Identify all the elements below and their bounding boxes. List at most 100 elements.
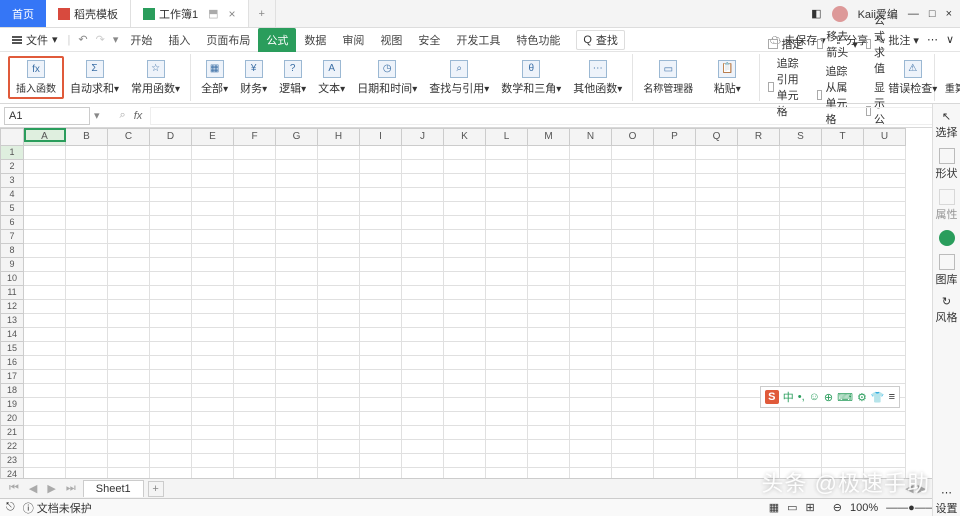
cell[interactable] [486, 398, 528, 412]
cell[interactable] [24, 286, 66, 300]
col-header[interactable]: T [822, 128, 864, 146]
cell[interactable] [864, 230, 906, 244]
cell[interactable] [402, 300, 444, 314]
cell[interactable] [444, 202, 486, 216]
cell[interactable] [66, 370, 108, 384]
cell[interactable] [528, 384, 570, 398]
side-gallery[interactable]: 图库 [936, 254, 958, 287]
cell[interactable] [864, 342, 906, 356]
view-page-icon[interactable]: ▭ [787, 501, 797, 514]
cell[interactable] [528, 440, 570, 454]
text-button[interactable]: A文本▾ [312, 58, 351, 98]
cell[interactable] [822, 244, 864, 258]
cell[interactable] [108, 384, 150, 398]
cell[interactable] [234, 286, 276, 300]
cell[interactable] [360, 202, 402, 216]
cell[interactable] [528, 174, 570, 188]
cell[interactable] [822, 370, 864, 384]
cell[interactable] [696, 398, 738, 412]
cell[interactable] [24, 188, 66, 202]
recalc-button[interactable]: ⟲重算工作簿 [939, 58, 960, 97]
col-header[interactable]: F [234, 128, 276, 146]
cell[interactable] [360, 342, 402, 356]
cell[interactable] [234, 370, 276, 384]
cell[interactable] [360, 468, 402, 478]
cell[interactable] [66, 202, 108, 216]
col-header[interactable]: H [318, 128, 360, 146]
cell[interactable] [486, 160, 528, 174]
cell[interactable] [822, 426, 864, 440]
cell[interactable] [780, 188, 822, 202]
row-header[interactable]: 2 [0, 160, 24, 174]
cell[interactable] [276, 230, 318, 244]
cell[interactable] [360, 426, 402, 440]
cell[interactable] [234, 216, 276, 230]
search-box[interactable]: Q 查找 [576, 30, 625, 50]
cell[interactable] [444, 342, 486, 356]
cell[interactable] [234, 342, 276, 356]
cell[interactable] [486, 468, 528, 478]
cell[interactable] [654, 342, 696, 356]
cell[interactable] [486, 440, 528, 454]
col-header[interactable]: N [570, 128, 612, 146]
cell[interactable] [108, 370, 150, 384]
col-header[interactable]: E [192, 128, 234, 146]
cell[interactable] [318, 384, 360, 398]
cell[interactable] [66, 174, 108, 188]
cell[interactable] [738, 440, 780, 454]
menu-tab-1[interactable]: 插入 [160, 28, 198, 52]
cell[interactable] [234, 202, 276, 216]
zoom-slider[interactable]: ――●―― [886, 502, 937, 514]
common-fn-button[interactable]: ☆常用函数▾ [125, 58, 186, 98]
cell[interactable] [822, 258, 864, 272]
cell[interactable] [444, 356, 486, 370]
cell[interactable] [738, 286, 780, 300]
cell[interactable] [108, 412, 150, 426]
cell[interactable] [738, 412, 780, 426]
cell[interactable] [654, 468, 696, 478]
cell[interactable] [612, 398, 654, 412]
cell[interactable] [570, 454, 612, 468]
cell[interactable] [24, 300, 66, 314]
cell[interactable] [150, 244, 192, 258]
cell[interactable] [402, 216, 444, 230]
cell[interactable] [66, 454, 108, 468]
cell[interactable] [24, 384, 66, 398]
cell[interactable] [528, 272, 570, 286]
cell[interactable] [108, 300, 150, 314]
cell[interactable] [276, 370, 318, 384]
view-break-icon[interactable]: ⊞ [806, 501, 815, 514]
cell[interactable] [444, 300, 486, 314]
qat-dropdown[interactable]: ▾ [109, 33, 123, 46]
cell[interactable] [66, 146, 108, 160]
cell[interactable] [24, 244, 66, 258]
cell[interactable] [402, 370, 444, 384]
more-button[interactable]: ⋯ [927, 33, 938, 46]
cell[interactable] [402, 384, 444, 398]
cell[interactable] [402, 328, 444, 342]
cell[interactable] [402, 272, 444, 286]
tab-template[interactable]: 稻壳模板 [46, 0, 131, 27]
cell[interactable] [192, 188, 234, 202]
redo-icon[interactable]: ↷ [92, 33, 109, 46]
cell[interactable] [780, 370, 822, 384]
row-header[interactable]: 16 [0, 356, 24, 370]
row-header[interactable]: 22 [0, 440, 24, 454]
ime-gear-icon[interactable]: ⚙ [857, 391, 867, 404]
cell[interactable] [444, 328, 486, 342]
cell[interactable] [654, 300, 696, 314]
cell[interactable] [150, 412, 192, 426]
cell[interactable] [234, 468, 276, 478]
cell[interactable] [192, 384, 234, 398]
cell[interactable] [318, 468, 360, 478]
cell[interactable] [66, 216, 108, 230]
col-header[interactable]: M [528, 128, 570, 146]
cell[interactable] [318, 426, 360, 440]
tab-add[interactable]: + [249, 0, 276, 27]
cell[interactable] [654, 216, 696, 230]
cell[interactable] [738, 300, 780, 314]
cell[interactable] [192, 440, 234, 454]
cell[interactable] [66, 160, 108, 174]
cell[interactable] [780, 230, 822, 244]
cell[interactable] [738, 160, 780, 174]
